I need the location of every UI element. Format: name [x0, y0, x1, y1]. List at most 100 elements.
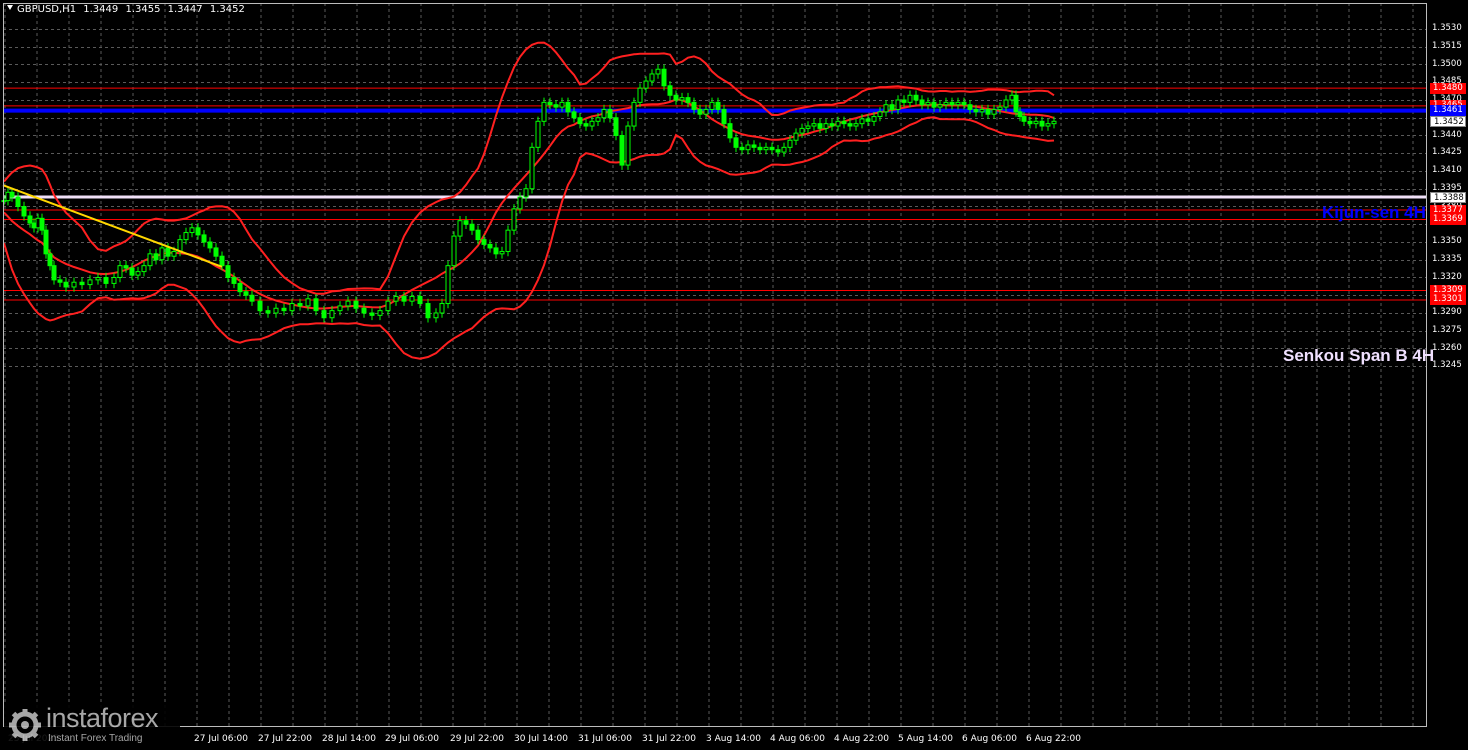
candle-body [425, 303, 431, 319]
candle-body [733, 137, 739, 148]
candle-body [153, 253, 159, 261]
candle-body [31, 222, 37, 229]
candle-body [979, 108, 985, 113]
candle-body [895, 99, 901, 110]
candle-body [469, 223, 475, 231]
candle-body [165, 247, 171, 257]
candle-body [847, 123, 853, 127]
price-chart[interactable] [0, 0, 1468, 750]
price-axis-label: 1.3515 [1432, 40, 1462, 51]
candle-body [1017, 111, 1023, 118]
candle-body [883, 104, 889, 113]
candle-body [207, 241, 213, 249]
candle-body [961, 101, 967, 106]
candle-body [249, 294, 255, 302]
candle-body [457, 220, 463, 237]
candle-body [1033, 120, 1039, 125]
candle-body [505, 229, 511, 252]
candle-body [393, 295, 399, 302]
level-price-tag: 1.3461 [1430, 105, 1466, 117]
candle-body [135, 271, 141, 276]
candle-body [451, 235, 457, 267]
chart-window[interactable]: GBPUSD,H1 1.3449 1.3455 1.3447 1.3452 1.… [0, 0, 1468, 750]
time-axis-label: 31 Jul 06:00 [578, 734, 632, 744]
candle-body [913, 94, 919, 101]
candle-body [889, 104, 895, 110]
candle-body [679, 97, 685, 101]
candle-body [147, 253, 153, 267]
candle-body [823, 123, 829, 129]
candle-body [377, 310, 383, 316]
candle-body [577, 117, 583, 125]
candle-body [637, 87, 643, 103]
candle-body [871, 116, 877, 122]
candle-body [985, 108, 991, 115]
candle-body [103, 277, 109, 284]
candle-body [237, 282, 243, 293]
candle-body [631, 101, 637, 127]
chevron-down-icon[interactable] [7, 5, 13, 10]
candle-body [159, 247, 165, 261]
time-axis-label: 27 Jul 06:00 [194, 734, 248, 744]
candle-body [817, 123, 823, 129]
candle-body [583, 123, 589, 127]
symbol-label: GBPUSD,H1 [17, 4, 77, 15]
candle-body [667, 85, 673, 96]
candle-body [1051, 120, 1057, 125]
candle-body [433, 312, 439, 319]
candle-body [517, 196, 523, 210]
candle-body [1039, 120, 1045, 127]
candle-body [769, 146, 775, 151]
candle-body [289, 303, 295, 312]
candle-body [589, 120, 595, 127]
candle-body [273, 307, 279, 314]
candle-body [499, 250, 505, 255]
candle-body [685, 97, 691, 103]
candle-body [9, 191, 15, 198]
candle-body [877, 111, 883, 118]
candle-body [553, 104, 559, 108]
candle-body [715, 101, 721, 110]
candle-body [601, 108, 607, 119]
candle-body [841, 120, 847, 125]
candle-body [111, 277, 117, 284]
price-axis-label: 1.3275 [1432, 324, 1462, 335]
candle-body [1027, 120, 1033, 125]
time-axis-label: 28 Jul 14:00 [322, 734, 376, 744]
candle-body [559, 101, 565, 108]
level-price-tag: 1.3369 [1430, 214, 1466, 226]
candle-body [757, 146, 763, 151]
price-axis-label: 1.3425 [1432, 147, 1462, 158]
candle-body [385, 300, 391, 312]
candle-body [535, 120, 541, 148]
candle-body [329, 310, 335, 319]
candle-body [493, 247, 499, 255]
candle-body [43, 229, 49, 255]
candle-body [487, 243, 493, 249]
candle-body [313, 298, 319, 312]
candle-body [949, 101, 955, 106]
candle-body [305, 298, 311, 307]
candle-body [547, 101, 553, 106]
candle-body [607, 108, 613, 119]
time-axis-label: 5 Aug 14:00 [898, 734, 953, 744]
ohlc-high: 1.3455 [125, 4, 161, 15]
candle-body [853, 123, 859, 127]
candle-body [15, 196, 21, 208]
senkou-span-b-label: Senkou Span B 4H [1283, 346, 1435, 365]
candle-body [721, 108, 727, 125]
candle-body [739, 146, 745, 151]
candle-body [619, 135, 625, 166]
candle-body [225, 265, 231, 278]
candle-body [71, 281, 77, 288]
time-axis-label: 4 Aug 22:00 [834, 734, 889, 744]
time-axis-label: 30 Jul 14:00 [514, 734, 568, 744]
candle-body [541, 101, 547, 122]
candle-body [787, 139, 793, 148]
candle-body [369, 312, 375, 316]
candle-body [345, 300, 351, 307]
candle-body [937, 104, 943, 108]
candle-body [243, 291, 249, 296]
candle-body [257, 300, 263, 312]
candle-body [997, 106, 1003, 110]
